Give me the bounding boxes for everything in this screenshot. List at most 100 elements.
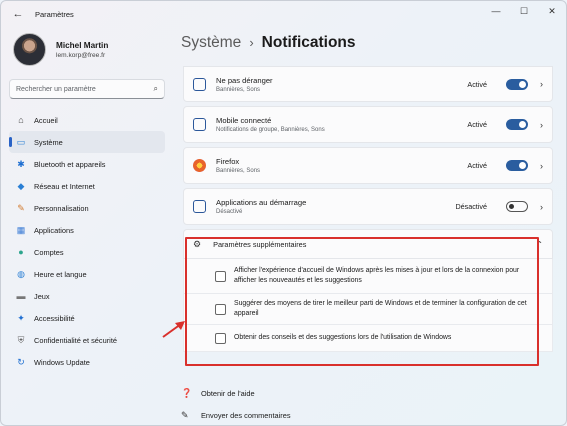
- send-feedback-label: Envoyer des commentaires: [201, 410, 291, 420]
- user-name: Michel Martin: [56, 40, 109, 50]
- app-text: Ne pas déranger Bannières, Sons: [216, 76, 273, 93]
- sidebar-item-windows-update[interactable]: ↻ Windows Update: [9, 351, 165, 373]
- app-title: Applications au démarrage: [216, 198, 307, 207]
- get-help-label: Obtenir de l'aide: [201, 388, 255, 398]
- app-title: Firefox: [216, 157, 240, 166]
- app-subtitle: Bannières, Sons: [216, 168, 261, 174]
- search-placeholder: Rechercher un paramètre: [16, 85, 96, 93]
- update-icon: ↻: [17, 356, 25, 367]
- close-button[interactable]: ✕: [538, 1, 566, 21]
- chevron-right-icon: ›: [540, 79, 543, 89]
- sidebar-item-accessibilit[interactable]: ✦ Accessibilité: [9, 307, 165, 329]
- app-notification-row[interactable]: Applications au démarrage Désactivé Désact…: [183, 188, 553, 225]
- app-text: Applications au démarrage Désactivé: [216, 198, 306, 215]
- option-row: Obtenir des conseils et des suggestions …: [183, 325, 553, 352]
- app-cards: Ne pas déranger Bannières, Sons Activé › Mob…: [183, 66, 553, 225]
- minimize-icon: —: [491, 6, 501, 16]
- sidebar-item-label: Applications: [34, 225, 74, 235]
- phone-link-icon: [193, 118, 206, 131]
- app-text: Firefox Bannières, Sons: [216, 157, 260, 174]
- sidebar-item-label: Accessibilité: [34, 313, 75, 323]
- sidebar-item-label: Bluetooth et appareils: [34, 159, 106, 169]
- sidebar-item-applications[interactable]: ▦ Applications: [9, 219, 165, 241]
- sidebar-item-label: Jeux: [34, 291, 50, 301]
- additional-settings-title: Paramètres supplémentaires: [213, 239, 307, 249]
- sidebar-nav: ⌂ Accueil ▭ Système ✱ Bluetooth et appareils ◆…: [9, 109, 165, 373]
- additional-settings-header[interactable]: ⚙ Paramètres supplémentaires ⌃: [183, 229, 553, 259]
- sidebar-item-syst-me[interactable]: ▭ Système: [9, 131, 165, 153]
- notification-toggle[interactable]: [506, 201, 528, 212]
- option-checkbox[interactable]: [215, 303, 226, 315]
- profile-text: Michel Martin lem.korp@free.fr: [56, 41, 108, 59]
- notification-toggle[interactable]: [506, 119, 528, 130]
- option-checkbox[interactable]: [215, 270, 226, 282]
- help-links: ❓ Obtenir de l'aide ✎ Envoyer des commen…: [181, 382, 291, 425]
- sidebar-item-heure-et-langue[interactable]: ◍ Heure et langue: [9, 263, 165, 285]
- app-tile-icon: [193, 77, 206, 91]
- sidebar-item-label: Personnalisation: [34, 203, 89, 213]
- help-chat-icon: ❓: [181, 387, 193, 398]
- toggle-state-label: Désactivé: [455, 202, 487, 211]
- sidebar-item-label: Réseau et Internet: [34, 181, 95, 191]
- notification-toggle[interactable]: [506, 160, 528, 171]
- search-icon: ⌕: [153, 84, 158, 93]
- home-icon: ⌂: [18, 114, 24, 125]
- sidebar-item-label: Système: [34, 137, 63, 147]
- chevron-up-icon: ⌃: [536, 239, 543, 249]
- chevron-right-icon: ›: [540, 119, 543, 130]
- annotation-arrow-icon: [162, 321, 185, 338]
- app-title: Paramètres: [35, 9, 74, 19]
- option-row: Suggérer des moyens de tirer le meilleur…: [183, 294, 553, 325]
- minimize-button[interactable]: —: [482, 1, 510, 21]
- toggle-state-label: Activé: [467, 161, 487, 170]
- notifications-list: Ne pas déranger Bannières, Sons Activé › Mob…: [183, 66, 553, 352]
- app-text: Mobile connecté Notifications de groupe, …: [216, 116, 325, 133]
- accounts-icon: ●: [18, 246, 24, 257]
- app-notification-row[interactable]: Ne pas déranger Bannières, Sons Activé ›: [183, 66, 553, 102]
- breadcrumb-separator: ›: [249, 35, 254, 50]
- user-profile[interactable]: Michel Martin lem.korp@free.fr: [13, 33, 108, 66]
- notification-toggle[interactable]: [506, 78, 528, 90]
- option-label: Suggérer des moyens de tirer le meilleur…: [234, 300, 527, 317]
- option-checkbox[interactable]: [215, 332, 226, 344]
- breadcrumb: Système › Notifications: [181, 34, 356, 52]
- accessibility-icon: ✦: [17, 312, 25, 323]
- globe-icon: ◍: [17, 268, 25, 279]
- app-notification-row[interactable]: Mobile connecté Notifications de groupe, …: [183, 106, 553, 143]
- sidebar-item-label: Windows Update: [34, 357, 90, 367]
- sidebar-item-personnalisation[interactable]: ✎ Personnalisation: [9, 197, 165, 219]
- toggle-state-label: Activé: [467, 79, 487, 89]
- maximize-icon: ☐: [519, 5, 529, 16]
- network-icon: ◆: [17, 180, 25, 191]
- get-help-link[interactable]: ❓ Obtenir de l'aide: [181, 382, 291, 404]
- brush-icon: ✎: [17, 202, 25, 213]
- sidebar-item-confidentialit-et-s-curit[interactable]: ⛨ Confidentialité et sécurité: [9, 329, 165, 351]
- page-title: Notifications: [261, 34, 356, 51]
- option-row: Afficher l'expérience d'accueil de Windo…: [183, 259, 553, 294]
- sidebar-item-accueil[interactable]: ⌂ Accueil: [9, 109, 165, 131]
- sidebar-item-jeux[interactable]: ▬ Jeux: [9, 285, 165, 307]
- back-button[interactable]: ←: [7, 3, 29, 25]
- breadcrumb-parent[interactable]: Système: [181, 34, 241, 52]
- bluetooth-icon: ✱: [17, 158, 25, 169]
- window-controls: — ☐ ✕: [482, 1, 566, 21]
- app-subtitle: Désactivé: [216, 209, 243, 215]
- avatar: [13, 33, 46, 66]
- maximize-button[interactable]: ☐: [510, 1, 538, 21]
- app-notification-row[interactable]: Firefox Bannières, Sons Activé ›: [183, 147, 553, 184]
- sidebar-item-r-seau-et-internet[interactable]: ◆ Réseau et Internet: [9, 175, 165, 197]
- option-label: Obtenir des conseils et des suggestions …: [234, 334, 452, 341]
- send-feedback-link[interactable]: ✎ Envoyer des commentaires: [181, 404, 291, 425]
- close-icon: ✕: [548, 5, 556, 16]
- additional-options: Afficher l'expérience d'accueil de Windo…: [183, 259, 553, 352]
- app-title: Mobile connecté: [216, 116, 272, 125]
- firefox-icon: [193, 159, 206, 172]
- sidebar-item-label: Heure et langue: [34, 269, 87, 279]
- sidebar-item-bluetooth-et-appareils[interactable]: ✱ Bluetooth et appareils: [9, 153, 165, 175]
- chevron-right-icon: ›: [540, 160, 543, 171]
- startup-apps-icon: [193, 200, 206, 213]
- settings-window: ← Paramètres — ☐ ✕ Michel Martin lem.kor…: [0, 0, 567, 426]
- search-input[interactable]: Rechercher un paramètre ⌕: [9, 79, 165, 99]
- sidebar-item-label: Confidentialité et sécurité: [34, 335, 117, 345]
- sidebar-item-comptes[interactable]: ● Comptes: [9, 241, 165, 263]
